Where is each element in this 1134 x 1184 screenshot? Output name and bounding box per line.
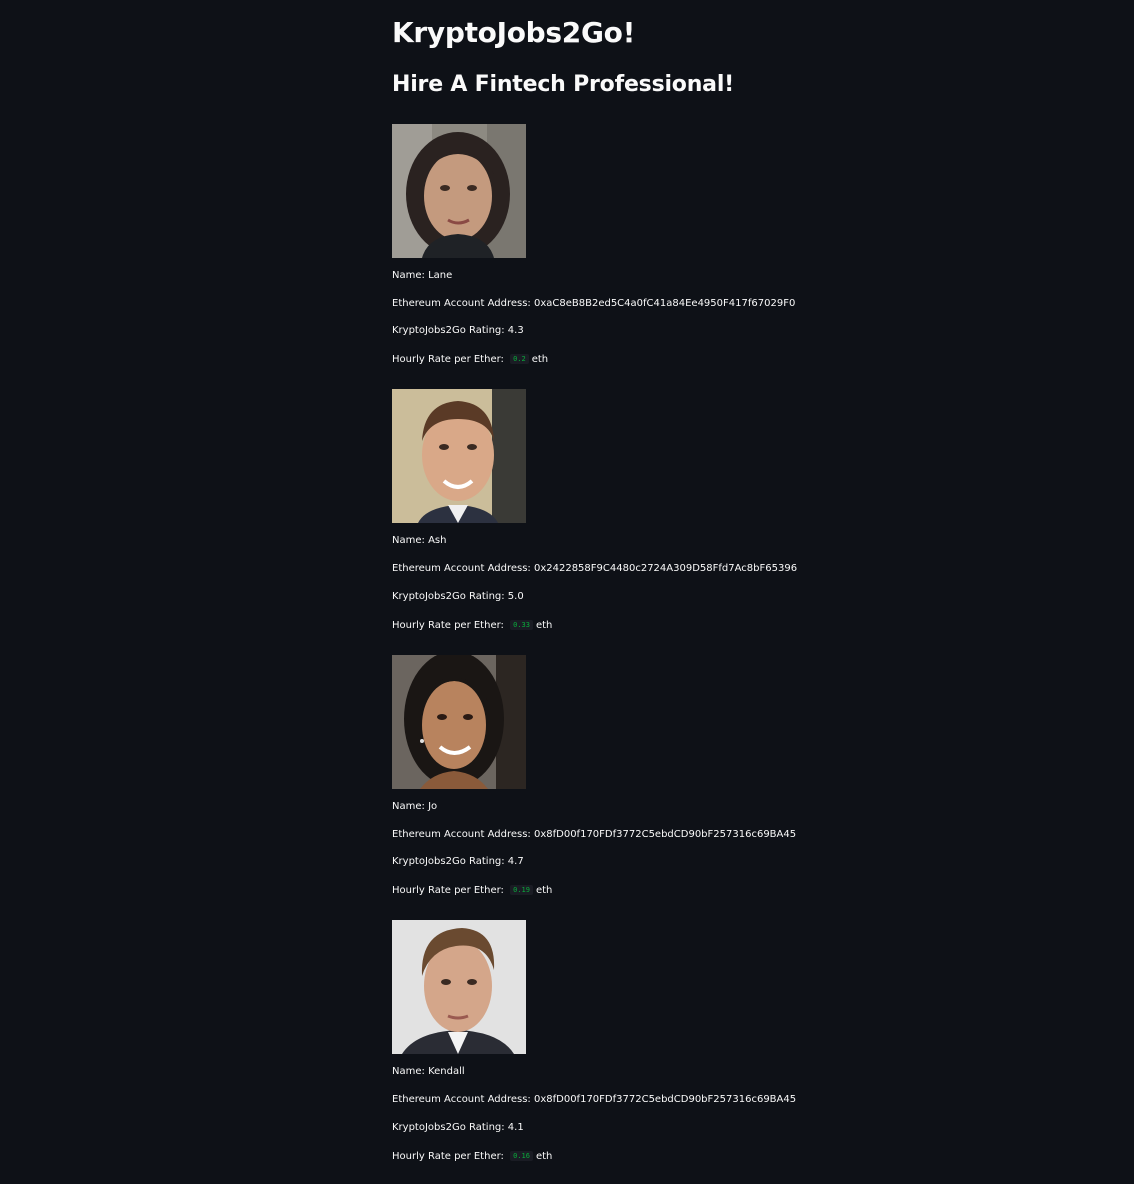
address-label: Ethereum Account Address: xyxy=(392,829,534,840)
candidate-card: Name: Jo Ethereum Account Address: 0x8fD… xyxy=(392,655,1092,896)
candidate-address: Ethereum Account Address: 0x8fD00f170FDf… xyxy=(392,829,796,841)
rate-label: Hourly Rate per Ether: xyxy=(392,354,508,365)
name-label: Name: xyxy=(392,801,429,812)
rate-unit: eth xyxy=(535,620,553,631)
rating-label: KryptoJobs2Go Rating: xyxy=(392,591,508,602)
rating-value: 4.7 xyxy=(507,856,524,867)
app-title: KryptoJobs2Go! xyxy=(392,16,636,49)
address-value: 0x2422858F9C4480c2724A309D58Ffd7Ac8bF653… xyxy=(533,563,798,574)
rate-unit: eth xyxy=(531,354,549,365)
name-value: Kendall xyxy=(428,1066,465,1077)
name-value: Lane xyxy=(428,270,453,281)
name-value: Jo xyxy=(428,801,438,812)
candidate-name: Name: Jo xyxy=(392,801,437,813)
candidate-name: Name: Ash xyxy=(392,535,446,547)
rate-value: 0.19 xyxy=(510,885,533,895)
name-label: Name: xyxy=(392,535,429,546)
rate-label: Hourly Rate per Ether: xyxy=(392,620,508,631)
candidate-card: Name: Ash Ethereum Account Address: 0x24… xyxy=(392,389,1092,631)
rating-label: KryptoJobs2Go Rating: xyxy=(392,325,508,336)
candidate-rating: KryptoJobs2Go Rating: 5.0 xyxy=(392,591,524,603)
candidate-address: Ethereum Account Address: 0x8fD00f170FDf… xyxy=(392,1094,796,1106)
rate-value: 0.2 xyxy=(510,354,529,364)
rate-label: Hourly Rate per Ether: xyxy=(392,885,508,896)
candidate-photo xyxy=(392,389,526,523)
rating-label: KryptoJobs2Go Rating: xyxy=(392,1122,508,1133)
candidate-photo xyxy=(392,655,526,789)
address-label: Ethereum Account Address: xyxy=(392,1094,534,1105)
address-label: Ethereum Account Address: xyxy=(392,298,534,309)
candidate-photo xyxy=(392,920,526,1054)
candidate-photo xyxy=(392,124,526,258)
address-value: 0xaC8eB8B2ed5C4a0fC41a84Ee4950F417f67029… xyxy=(533,298,796,309)
rate-label: Hourly Rate per Ether: xyxy=(392,1151,508,1162)
rating-label: KryptoJobs2Go Rating: xyxy=(392,856,508,867)
name-label: Name: xyxy=(392,270,429,281)
candidate-rate: Hourly Rate per Ether: 0.2 eth xyxy=(392,353,548,366)
candidate-rating: KryptoJobs2Go Rating: 4.3 xyxy=(392,325,524,337)
candidate-name: Name: Lane xyxy=(392,270,452,282)
rating-value: 5.0 xyxy=(507,591,524,602)
candidate-rating: KryptoJobs2Go Rating: 4.7 xyxy=(392,856,524,868)
candidate-rating: KryptoJobs2Go Rating: 4.1 xyxy=(392,1122,524,1134)
rate-value: 0.16 xyxy=(510,1151,533,1161)
rating-value: 4.1 xyxy=(507,1122,524,1133)
rate-value: 0.33 xyxy=(510,620,533,630)
rating-value: 4.3 xyxy=(507,325,524,336)
candidate-name: Name: Kendall xyxy=(392,1066,465,1078)
candidate-rate: Hourly Rate per Ether: 0.19 eth xyxy=(392,884,552,897)
name-value: Ash xyxy=(428,535,447,546)
rate-unit: eth xyxy=(535,885,553,896)
address-label: Ethereum Account Address: xyxy=(392,563,534,574)
address-value: 0x8fD00f170FDf3772C5ebdCD90bF257316c69BA… xyxy=(533,829,797,840)
candidate-card: Name: Kendall Ethereum Account Address: … xyxy=(392,920,1092,1162)
candidate-rate: Hourly Rate per Ether: 0.33 eth xyxy=(392,619,552,632)
page-subtitle: Hire A Fintech Professional! xyxy=(392,72,735,97)
rate-unit: eth xyxy=(535,1151,553,1162)
address-value: 0x8fD00f170FDf3772C5ebdCD90bF257316c69BA… xyxy=(533,1094,797,1105)
candidate-rate: Hourly Rate per Ether: 0.16 eth xyxy=(392,1150,552,1163)
candidate-address: Ethereum Account Address: 0xaC8eB8B2ed5C… xyxy=(392,298,795,310)
candidate-card: Name: Lane Ethereum Account Address: 0xa… xyxy=(392,124,1092,365)
name-label: Name: xyxy=(392,1066,429,1077)
candidate-address: Ethereum Account Address: 0x2422858F9C44… xyxy=(392,563,797,575)
